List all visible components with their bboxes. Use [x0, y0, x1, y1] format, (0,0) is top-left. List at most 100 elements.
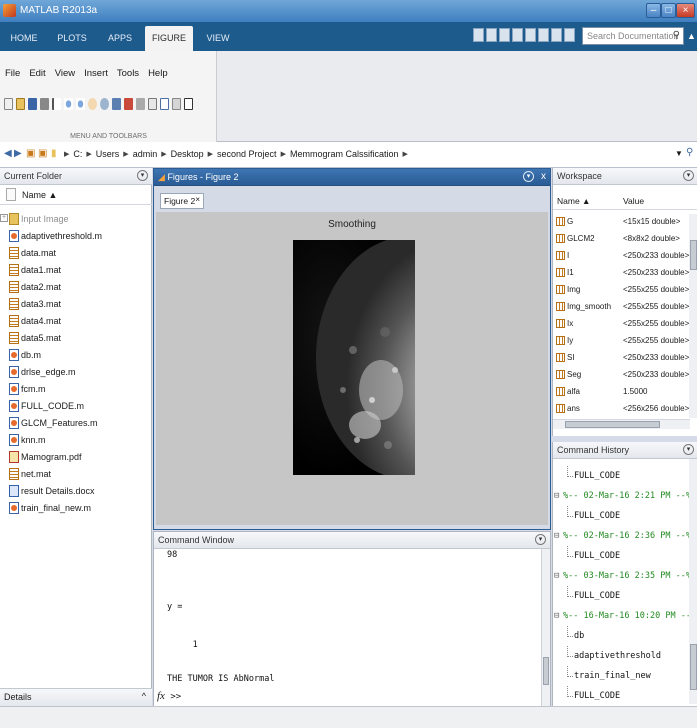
- file-item[interactable]: drlse_edge.m: [0, 365, 152, 382]
- cut-icon[interactable]: [486, 28, 497, 42]
- file-item[interactable]: net.mat: [0, 467, 152, 484]
- save-icon[interactable]: [473, 28, 484, 42]
- print-icon[interactable]: [40, 98, 49, 110]
- file-item[interactable]: data.mat: [0, 246, 152, 263]
- collapse-ribbon-icon[interactable]: ▲: [687, 31, 696, 41]
- link-plot-icon[interactable]: [136, 98, 145, 110]
- file-item[interactable]: FULL_CODE.m: [0, 399, 152, 416]
- name-column-header[interactable]: Name ▲: [557, 196, 590, 206]
- file-item[interactable]: data2.mat: [0, 280, 152, 297]
- file-item[interactable]: adaptivethreshold.m: [0, 229, 152, 246]
- minimize-button[interactable]: –: [646, 3, 661, 18]
- file-item[interactable]: data5.mat: [0, 331, 152, 348]
- workspace-variable-row[interactable]: ans <256x256 double>: [553, 401, 690, 418]
- paste-icon[interactable]: [512, 28, 523, 42]
- workspace-variable-row[interactable]: Img <255x255 double>: [553, 282, 690, 299]
- zoom-out-icon[interactable]: [76, 98, 85, 110]
- menu-edit[interactable]: Edit: [29, 68, 45, 79]
- menu-help[interactable]: Help: [148, 68, 168, 79]
- menu-file[interactable]: File: [5, 68, 20, 79]
- history-command[interactable]: FULL_CODE: [553, 586, 689, 606]
- name-column-header[interactable]: Name ▲: [0, 185, 152, 205]
- maximize-button[interactable]: □: [661, 3, 676, 18]
- history-command[interactable]: FULL_CODE: [553, 506, 689, 526]
- switch-windows-icon[interactable]: [551, 28, 562, 42]
- rotate-3d-icon[interactable]: [100, 98, 109, 110]
- value-column-header[interactable]: Value: [623, 196, 644, 206]
- close-button[interactable]: ×: [676, 3, 695, 18]
- close-figure-icon[interactable]: x: [541, 171, 546, 182]
- image-axes[interactable]: [293, 240, 415, 475]
- history-session-header[interactable]: %-- 03-Mar-16 2:35 PM --%: [553, 566, 691, 586]
- hide-plot-tools-icon[interactable]: [172, 98, 181, 110]
- workspace-vertical-scrollbar[interactable]: [689, 214, 697, 418]
- crumb-second-project[interactable]: second Project: [217, 149, 277, 159]
- scroll-thumb[interactable]: [690, 240, 697, 270]
- workspace-variable-row[interactable]: alfa 1.5000: [553, 384, 690, 401]
- panel-actions-icon[interactable]: ▾: [535, 534, 546, 545]
- expand-folder-icon[interactable]: +: [0, 214, 8, 222]
- file-item[interactable]: fcm.m: [0, 382, 152, 399]
- crumb-c[interactable]: C:: [73, 149, 82, 159]
- menu-view[interactable]: View: [55, 68, 75, 79]
- file-item[interactable]: train_final_new.m: [0, 501, 152, 518]
- insert-legend-icon[interactable]: [160, 98, 169, 110]
- panel-actions-icon[interactable]: ▾: [683, 170, 694, 181]
- folder-search-icon[interactable]: ⚲: [686, 147, 693, 158]
- browse-folder-icon[interactable]: ▣: [26, 148, 35, 159]
- expand-details-icon[interactable]: ^: [142, 691, 146, 701]
- workspace-variable-row[interactable]: Iy <255x255 double>: [553, 333, 690, 350]
- figure-canvas[interactable]: Smoothing: [156, 212, 548, 525]
- file-item[interactable]: GLCM_Features.m: [0, 416, 152, 433]
- pan-icon[interactable]: [88, 98, 97, 110]
- new-figure-icon[interactable]: [4, 98, 13, 110]
- save-figure-icon[interactable]: [28, 98, 37, 110]
- workspace-horizontal-scrollbar[interactable]: [553, 419, 690, 429]
- history-session-header[interactable]: %-- 16-Mar-16 10:20 PM --%: [553, 606, 696, 626]
- tab-figure-2[interactable]: Figure 2 ×: [160, 193, 204, 209]
- workspace-variable-row[interactable]: Img_smooth <255x255 double>: [553, 299, 690, 316]
- path-dropdown-icon[interactable]: ▼: [675, 149, 683, 158]
- panel-actions-icon[interactable]: ▾: [683, 444, 694, 455]
- history-scrollbar[interactable]: [689, 459, 697, 704]
- history-session-header[interactable]: %-- 02-Mar-16 2:36 PM --%: [553, 526, 691, 546]
- menu-insert[interactable]: Insert: [84, 68, 108, 79]
- copy-icon[interactable]: [499, 28, 510, 42]
- open-file-icon[interactable]: [16, 98, 25, 110]
- history-command[interactable]: adaptivethreshold: [553, 646, 689, 666]
- edit-plot-icon[interactable]: [52, 98, 61, 110]
- history-command[interactable]: FULL_CODE: [553, 686, 689, 706]
- crumb-memmogram[interactable]: Memmogram Calssification: [290, 149, 399, 159]
- workspace-variable-row[interactable]: I1 <250x233 double>: [553, 265, 690, 282]
- tab-figure[interactable]: FIGURE: [145, 26, 193, 51]
- file-item[interactable]: data1.mat: [0, 263, 152, 280]
- up-folder-icon[interactable]: ▣: [38, 148, 47, 159]
- file-item[interactable]: Mamogram.pdf: [0, 450, 152, 467]
- forward-arrow-icon[interactable]: ▶: [14, 148, 22, 159]
- file-item[interactable]: data3.mat: [0, 297, 152, 314]
- insert-colorbar-icon[interactable]: [148, 98, 157, 110]
- back-arrow-icon[interactable]: ◀: [4, 148, 12, 159]
- details-bar[interactable]: Details ^: [0, 688, 152, 706]
- panel-actions-icon[interactable]: ▾: [523, 171, 534, 182]
- tab-plots[interactable]: PLOTS: [48, 26, 96, 51]
- crumb-desktop[interactable]: Desktop: [171, 149, 204, 159]
- show-plot-tools-icon[interactable]: [184, 98, 193, 110]
- scroll-thumb[interactable]: [565, 421, 660, 428]
- history-command[interactable]: db: [553, 626, 689, 646]
- function-browser-icon[interactable]: fx: [157, 690, 165, 702]
- panel-actions-icon[interactable]: ▾: [137, 170, 148, 181]
- history-session-header[interactable]: %-- 02-Mar-16 2:21 PM --%: [553, 486, 691, 506]
- scroll-thumb[interactable]: [543, 657, 549, 685]
- data-cursor-icon[interactable]: [112, 98, 121, 110]
- workspace-variable-row[interactable]: GLCM2 <8x8x2 double>: [553, 231, 690, 248]
- tab-view[interactable]: VIEW: [194, 26, 242, 51]
- redo-icon[interactable]: [538, 28, 549, 42]
- file-item[interactable]: + Input Image: [0, 212, 152, 229]
- history-command[interactable]: FULL_CODE: [553, 466, 689, 486]
- undo-icon[interactable]: [525, 28, 536, 42]
- crumb-admin[interactable]: admin: [133, 149, 158, 159]
- tab-apps[interactable]: APPS: [96, 26, 144, 51]
- history-command[interactable]: FULL_CODE: [553, 546, 689, 566]
- workspace-variable-row[interactable]: Seg <250x233 double>: [553, 367, 690, 384]
